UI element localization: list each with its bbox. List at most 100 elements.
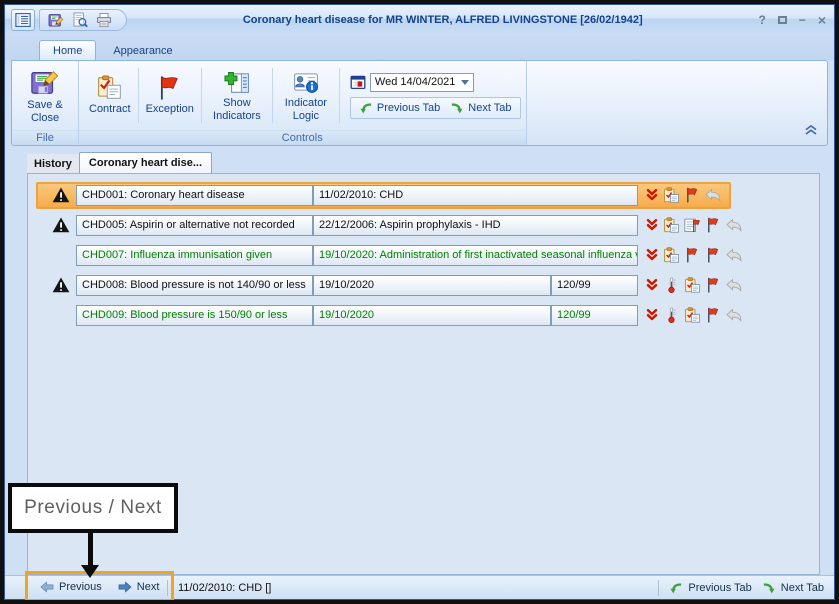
exception-button[interactable]: Exception [141,72,199,119]
ribbon-next-tab-button[interactable]: Next Tab [447,100,514,116]
annotation-arrow-line [88,533,93,566]
contract-icon [97,75,123,101]
save-icon[interactable] [48,12,64,28]
indicator-reading-cell[interactable]: 120/99 [551,305,638,326]
code-clipboard-icon[interactable] [663,187,680,203]
status-bar: Previous Next 11/02/2010: CHD [] Previou… [5,575,834,599]
code-clipboard-icon[interactable] [663,217,680,233]
flag-icon[interactable] [705,247,722,263]
back-arrow-icon[interactable] [705,187,722,203]
expand-chevron-icon[interactable] [645,278,659,292]
flag-icon[interactable] [705,277,722,293]
tab-coronary-heart-disease[interactable]: Coronary heart dise... [79,152,212,173]
indicator-value-cell[interactable]: 11/02/2010: CHD [313,185,638,206]
code-clipboard-icon[interactable] [684,277,701,293]
expand-chevron-icon[interactable] [645,248,659,262]
statusbar-next-tab-button[interactable]: Next Tab [762,581,824,595]
document-tab-strip: History Coronary heart dise... [5,146,834,173]
indicator-logic-button[interactable]: Indicator Logic [275,66,337,125]
indicator-code-cell[interactable]: CHD005: Aspirin or alternative not recor… [76,215,313,236]
screenshot-frame: Coronary heart disease for MR WINTER, AL… [0,0,839,604]
ribbon-previous-tab-button[interactable]: Previous Tab [356,100,443,116]
flag-icon[interactable] [684,247,701,263]
calendar-icon [350,74,366,90]
previous-tab-arrow-icon [359,101,373,115]
back-arrow-icon[interactable] [726,217,743,233]
next-record-button[interactable]: Next [118,581,160,593]
indicator-value-cell[interactable]: 22/12/2006: Aspirin prophylaxis - IHD [313,215,638,236]
thermometer-icon[interactable] [663,307,680,323]
ribbon-date-nav: Wed 14/04/2021 Previous Tab Nex [350,73,521,119]
ribbon-group-controls: Contract Exception Show Indicators [79,61,527,145]
annotation-callout: Previous / Next [8,483,178,533]
file-group-label: File [12,130,78,145]
contract-button[interactable]: Contract [84,72,136,119]
expand-chevron-icon[interactable] [645,218,659,232]
back-arrow-icon[interactable] [726,277,743,293]
thermometer-icon[interactable] [663,277,680,293]
flag-icon[interactable] [684,187,701,203]
indicator-code-cell[interactable]: CHD007: Influenza immunisation given [76,245,313,266]
save-close-button[interactable]: Save & Close [17,64,73,127]
controls-group-label: Controls [79,130,526,145]
row-actions [645,187,722,203]
next-arrow-icon [118,581,132,593]
print-icon[interactable] [96,12,112,28]
indicator-value-cell[interactable]: 19/10/2020: Administration of first inac… [313,245,638,266]
indicator-code-cell[interactable]: CHD001: Coronary heart disease [76,185,313,206]
title-bar: Coronary heart disease for MR WINTER, AL… [5,5,834,35]
table-row[interactable]: CHD008: Blood pressure is not 140/90 or … [46,273,819,297]
indicator-reading-cell[interactable]: 120/99 [551,275,638,296]
next-tab-arrow-icon [450,101,464,115]
code-clipboard-icon[interactable] [684,307,701,323]
divider [339,68,340,123]
ribbon-collapse-button[interactable] [805,122,817,140]
back-arrow-icon[interactable] [726,247,743,263]
status-text: 11/02/2010: CHD [] [167,580,271,596]
warning-icon [46,217,76,233]
statusbar-previous-tab-button[interactable]: Previous Tab [669,581,751,595]
restore-button[interactable] [778,16,787,24]
flag-icon[interactable] [705,307,722,323]
statusbar-tab-nav: Previous Tab Next Tab [658,580,824,596]
quick-access-toolbar [11,9,127,31]
table-row[interactable]: CHD007: Influenza immunisation given 19/… [46,243,819,267]
show-indicators-icon [224,69,250,95]
selected-row-highlight: CHD001: Coronary heart disease 11/02/201… [36,182,731,209]
flag-panel-icon[interactable] [684,217,701,233]
indicator-code-cell[interactable]: CHD008: Blood pressure is not 140/90 or … [76,275,313,296]
expand-chevron-icon[interactable] [645,188,659,202]
warning-icon [46,277,76,293]
minimize-button[interactable]: − [799,13,806,27]
warning-icon [46,187,76,203]
help-button[interactable]: ? [758,13,765,27]
previous-arrow-icon [40,581,54,593]
table-row[interactable]: CHD009: Blood pressure is 150/90 or less… [46,303,819,327]
indicator-logic-icon [293,69,319,95]
date-picker[interactable]: Wed 14/04/2021 [370,73,474,92]
tab-appearance[interactable]: Appearance [100,41,185,60]
quick-access-pill [39,9,127,31]
table-row[interactable]: CHD005: Aspirin or alternative not recor… [46,213,819,237]
show-indicators-button[interactable]: Show Indicators [204,66,270,125]
window-menu-button[interactable] [11,9,35,31]
annotation-arrow-head-icon [81,565,99,578]
flag-icon[interactable] [705,217,722,233]
dropdown-caret-icon [461,80,469,85]
previous-record-button[interactable]: Previous [40,581,102,593]
code-clipboard-icon[interactable] [663,247,680,263]
row-actions [645,307,743,323]
prev-next-highlight: Previous Next [25,571,174,602]
print-preview-icon[interactable] [72,12,88,28]
tab-home[interactable]: Home [39,40,96,60]
back-arrow-icon[interactable] [726,307,743,323]
table-row[interactable]: CHD001: Coronary heart disease 11/02/201… [28,183,819,207]
tab-history[interactable]: History [27,154,79,173]
indicator-value-cell[interactable]: 19/10/2020 [313,275,551,296]
row-actions [645,247,743,263]
indicator-code-cell[interactable]: CHD009: Blood pressure is 150/90 or less [76,305,313,326]
window-controls: ? − × [758,12,826,28]
indicator-value-cell[interactable]: 19/10/2020 [313,305,551,326]
expand-chevron-icon[interactable] [645,308,659,322]
close-button[interactable]: × [818,12,826,28]
